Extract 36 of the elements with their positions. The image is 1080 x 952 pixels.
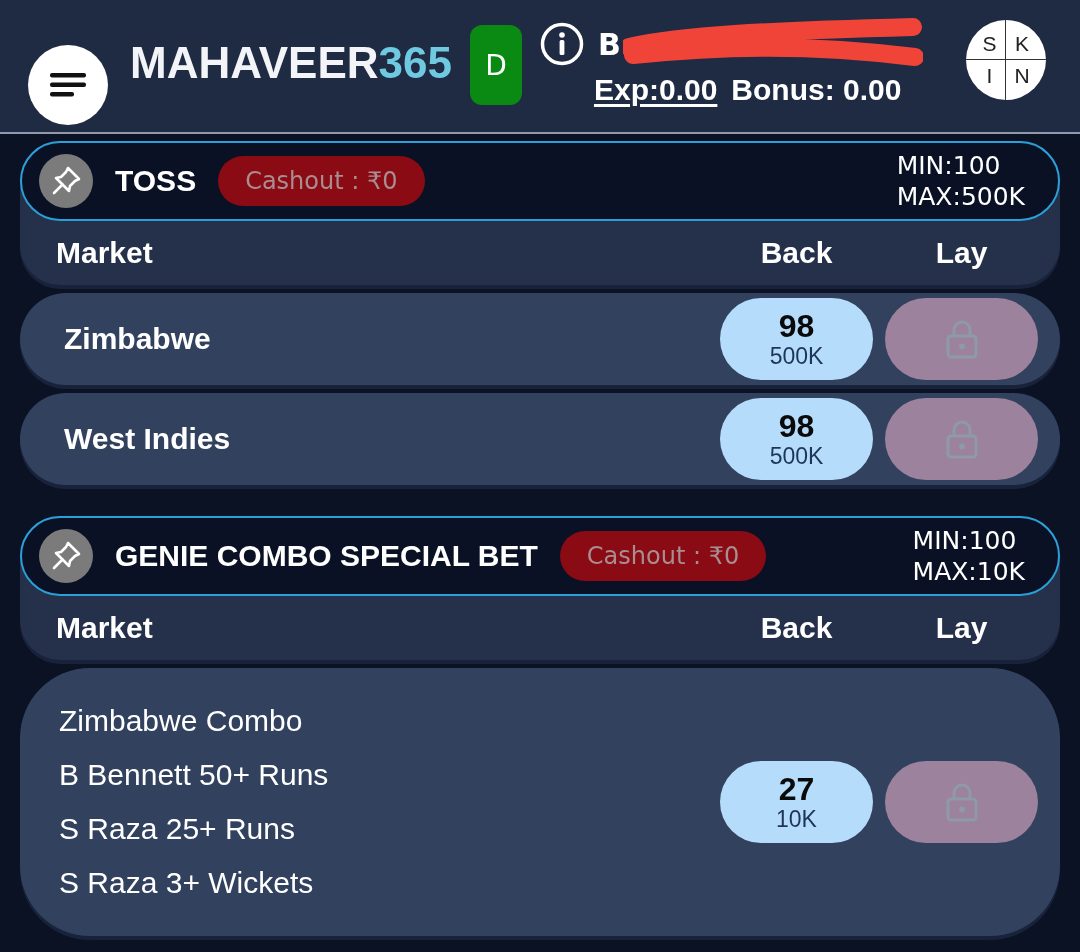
lock-icon xyxy=(945,782,978,822)
skin-button[interactable]: S K I N xyxy=(966,20,1046,100)
back-odds-button[interactable]: 98 500K xyxy=(720,298,873,380)
runner-name: Zimbabwe xyxy=(64,322,212,356)
min-limit: MIN:100 xyxy=(912,525,1018,556)
info-icon[interactable] xyxy=(539,22,584,66)
market-title: GENIE COMBO SPECIAL BET xyxy=(115,539,538,573)
combo-leg: B Bennett 50+ Runs xyxy=(59,757,330,793)
column-header: Back xyxy=(759,236,834,270)
combo-leg: S Raza 25+ Runs xyxy=(59,811,296,847)
pin-icon[interactable] xyxy=(39,529,93,583)
market-title: TOSS xyxy=(115,164,197,198)
lay-odds-button[interactable] xyxy=(885,298,1038,380)
column-header: Back xyxy=(759,611,834,645)
column-header: Lay xyxy=(934,611,989,645)
user-badge[interactable]: D xyxy=(469,25,522,105)
column-header: Market xyxy=(56,236,154,270)
max-limit: MAX:500K xyxy=(896,181,1025,212)
menu-icon xyxy=(50,73,86,97)
column-header: Lay xyxy=(934,236,989,270)
back-odds-button[interactable]: 98 500K xyxy=(720,398,873,480)
combo-leg: S Raza 3+ Wickets xyxy=(59,865,315,901)
balance-text: B xyxy=(597,26,621,62)
min-limit: MIN:100 xyxy=(896,150,1002,181)
combo-leg: Zimbabwe Combo xyxy=(59,703,304,739)
brand-logo[interactable]: MAHAVEER365 xyxy=(130,38,452,88)
bonus-text: Bonus: 0.00 xyxy=(731,73,902,107)
column-header: Market xyxy=(56,611,154,645)
runner-name: West Indies xyxy=(64,422,232,456)
lock-icon xyxy=(945,319,978,359)
exposure-link[interactable]: Exp:0.00 xyxy=(593,73,718,107)
pin-icon[interactable] xyxy=(39,154,93,208)
back-odds-button[interactable]: 27 10K xyxy=(720,761,873,843)
lock-icon xyxy=(945,419,978,459)
max-limit: MAX:10K xyxy=(912,556,1025,587)
lay-odds-button[interactable] xyxy=(885,398,1038,480)
